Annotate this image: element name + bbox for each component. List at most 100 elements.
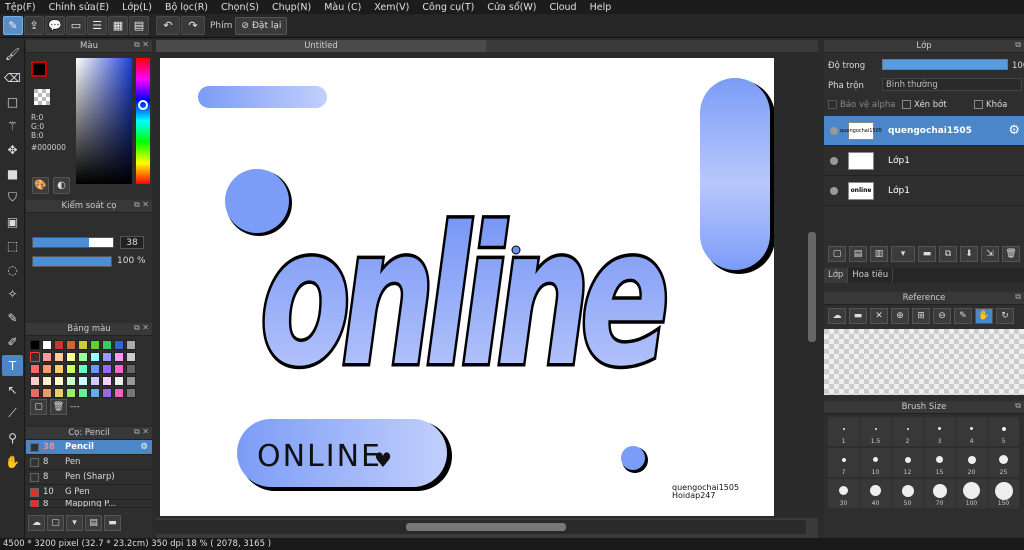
zoom-in-icon[interactable]: ⊕ (891, 308, 909, 324)
palette-swatch[interactable] (66, 340, 76, 350)
palette-swatch[interactable] (90, 388, 100, 398)
saturation-value-picker[interactable] (76, 58, 132, 184)
divide-tool-icon[interactable]: ⟋ (2, 403, 23, 424)
menu-select[interactable]: Chọn(S) (216, 2, 267, 13)
palette-swatch[interactable] (114, 340, 124, 350)
reference-canvas[interactable] (824, 329, 1024, 395)
palette-swatch[interactable] (126, 352, 136, 362)
layer-row[interactable]: quengochai1505 quengochai1505 ⚙ (824, 116, 1024, 146)
brush-size-option[interactable]: 10 (860, 448, 891, 477)
add-layer-dropdown-icon[interactable]: ▾ (891, 246, 915, 262)
palette-swatch[interactable] (42, 364, 52, 374)
eye-icon[interactable] (830, 156, 838, 165)
menu-filter[interactable]: Bộ lọc(R) (160, 2, 216, 13)
eye-icon[interactable] (830, 186, 838, 195)
reset-button[interactable]: ⊘ Đặt lại (235, 16, 288, 35)
palette-swatch[interactable] (54, 376, 64, 386)
brush-item[interactable]: 8 Pen (26, 455, 152, 470)
hue-slider[interactable] (136, 58, 150, 184)
hue-slider-knob[interactable] (138, 100, 148, 110)
fit-icon[interactable]: ⊞ (912, 308, 930, 324)
palette-swatch[interactable] (66, 352, 76, 362)
palette-swatch[interactable] (66, 364, 76, 374)
lasso-tool-icon[interactable]: ◌ (2, 259, 23, 280)
palette-swatch[interactable] (114, 352, 124, 362)
panel-close-icon[interactable]: ⧉ ✕ (134, 40, 149, 50)
palette-swatch[interactable] (114, 364, 124, 374)
new-brush-icon[interactable]: ▢ (47, 515, 64, 531)
gear-icon[interactable]: ⚙ (1008, 123, 1020, 138)
menu-file[interactable]: Tệp(F) (0, 2, 44, 13)
palette-swatch[interactable] (90, 340, 100, 350)
palette-swatch[interactable] (42, 340, 52, 350)
palette-swatch[interactable] (54, 340, 64, 350)
brush-size-option[interactable]: 1 (828, 417, 859, 446)
document-icon[interactable]: ▤ (129, 16, 149, 35)
fill-shape-tool-icon[interactable]: ■ (2, 163, 23, 184)
list-icon[interactable]: ☰ (87, 16, 107, 35)
wand-tool-icon[interactable]: ✧ (2, 283, 23, 304)
new-layer-1bit-icon[interactable]: ▤ (849, 246, 867, 262)
foreground-color-swatch[interactable] (31, 61, 47, 77)
vertical-scrollbar-thumb[interactable] (808, 232, 816, 342)
panel-close-icon[interactable]: ⧉ (1015, 40, 1021, 50)
palette-swatch[interactable] (78, 376, 88, 386)
protect-alpha-checkbox[interactable]: Bảo vệ alpha (828, 100, 895, 110)
bucket-tool-icon[interactable]: ⛉ (2, 187, 23, 208)
redo-icon[interactable]: ↷ (181, 16, 205, 35)
brush-size-option[interactable]: 5 (988, 417, 1019, 446)
panel-close-icon[interactable]: ⧉ (1015, 292, 1021, 302)
palette-swatch[interactable] (90, 376, 100, 386)
brush-size-option[interactable]: 150 (988, 479, 1019, 508)
magic-wand-tool-icon[interactable]: ⚚ (2, 115, 23, 136)
panel-close-icon[interactable]: ⧉ ✕ (134, 427, 149, 437)
palette-swatch[interactable] (78, 388, 88, 398)
lock-checkbox[interactable]: Khóa (974, 100, 1007, 110)
palette-swatch[interactable] (54, 352, 64, 362)
chat-icon[interactable]: 💬 (45, 16, 65, 35)
menu-color[interactable]: Màu (C) (319, 2, 369, 13)
layer-row[interactable]: online Lớp1 (824, 176, 1024, 206)
palette-swatch[interactable] (30, 364, 40, 374)
brush-doc-icon[interactable]: ▤ (85, 515, 102, 531)
brush-mode-icon[interactable]: ✎ (3, 16, 23, 35)
palette-swatch[interactable] (42, 376, 52, 386)
brush-tool-icon[interactable]: 🖌 (2, 43, 23, 64)
brush-size-option[interactable]: 70 (924, 479, 955, 508)
horizontal-scrollbar-thumb[interactable] (406, 523, 566, 531)
palette-swatch[interactable] (54, 364, 64, 374)
panel-close-icon[interactable]: ⧉ ✕ (134, 200, 149, 210)
select-tool-icon[interactable]: ⬚ (2, 235, 23, 256)
brush-size-option[interactable]: 20 (956, 448, 987, 477)
menu-cloud[interactable]: Cloud (544, 2, 584, 13)
tab-layer[interactable]: Lớp (824, 268, 849, 283)
new-layer-8bit-icon[interactable]: ▥ (870, 246, 888, 262)
close-icon[interactable]: ✕ (870, 308, 888, 324)
brush-size-option[interactable]: 40 (860, 479, 891, 508)
undo-icon[interactable]: ↶ (156, 16, 180, 35)
palette-swatch[interactable] (90, 364, 100, 374)
palette-swatch[interactable] (78, 352, 88, 362)
merge-icon[interactable]: ⇲ (981, 246, 999, 262)
brush-size-option[interactable]: 30 (828, 479, 859, 508)
layer-row[interactable]: Lớp1 (824, 146, 1024, 176)
clipping-checkbox[interactable]: Xén bớt (902, 100, 947, 110)
hand-tool-icon[interactable]: ✋ (2, 451, 23, 472)
palette-swatch[interactable] (42, 352, 52, 362)
brush-size-option[interactable]: 4 (956, 417, 987, 446)
rect-select-tool-icon[interactable]: □ (2, 91, 23, 112)
new-layer-icon[interactable]: ▢ (828, 246, 846, 262)
canvas-viewport[interactable]: ONLINE ♥ online quengochai1505 Hoidap247 (156, 52, 806, 518)
select-pen-tool-icon[interactable]: ✎ (2, 307, 23, 328)
brush-add-icon[interactable]: ▾ (66, 515, 83, 531)
menu-view[interactable]: Xem(V) (369, 2, 417, 13)
menu-layer[interactable]: Lớp(L) (117, 2, 160, 13)
eyedropper-icon[interactable]: ✎ (954, 308, 972, 324)
palette-swatch[interactable] (78, 364, 88, 374)
brush-item[interactable]: 8 Pen (Sharp) (26, 470, 152, 485)
palette-swatch[interactable] (54, 388, 64, 398)
zoom-out-icon[interactable]: ⊖ (933, 308, 951, 324)
palette-swatch[interactable] (114, 376, 124, 386)
palette-swatch[interactable] (102, 364, 112, 374)
palette-swatch[interactable] (78, 340, 88, 350)
